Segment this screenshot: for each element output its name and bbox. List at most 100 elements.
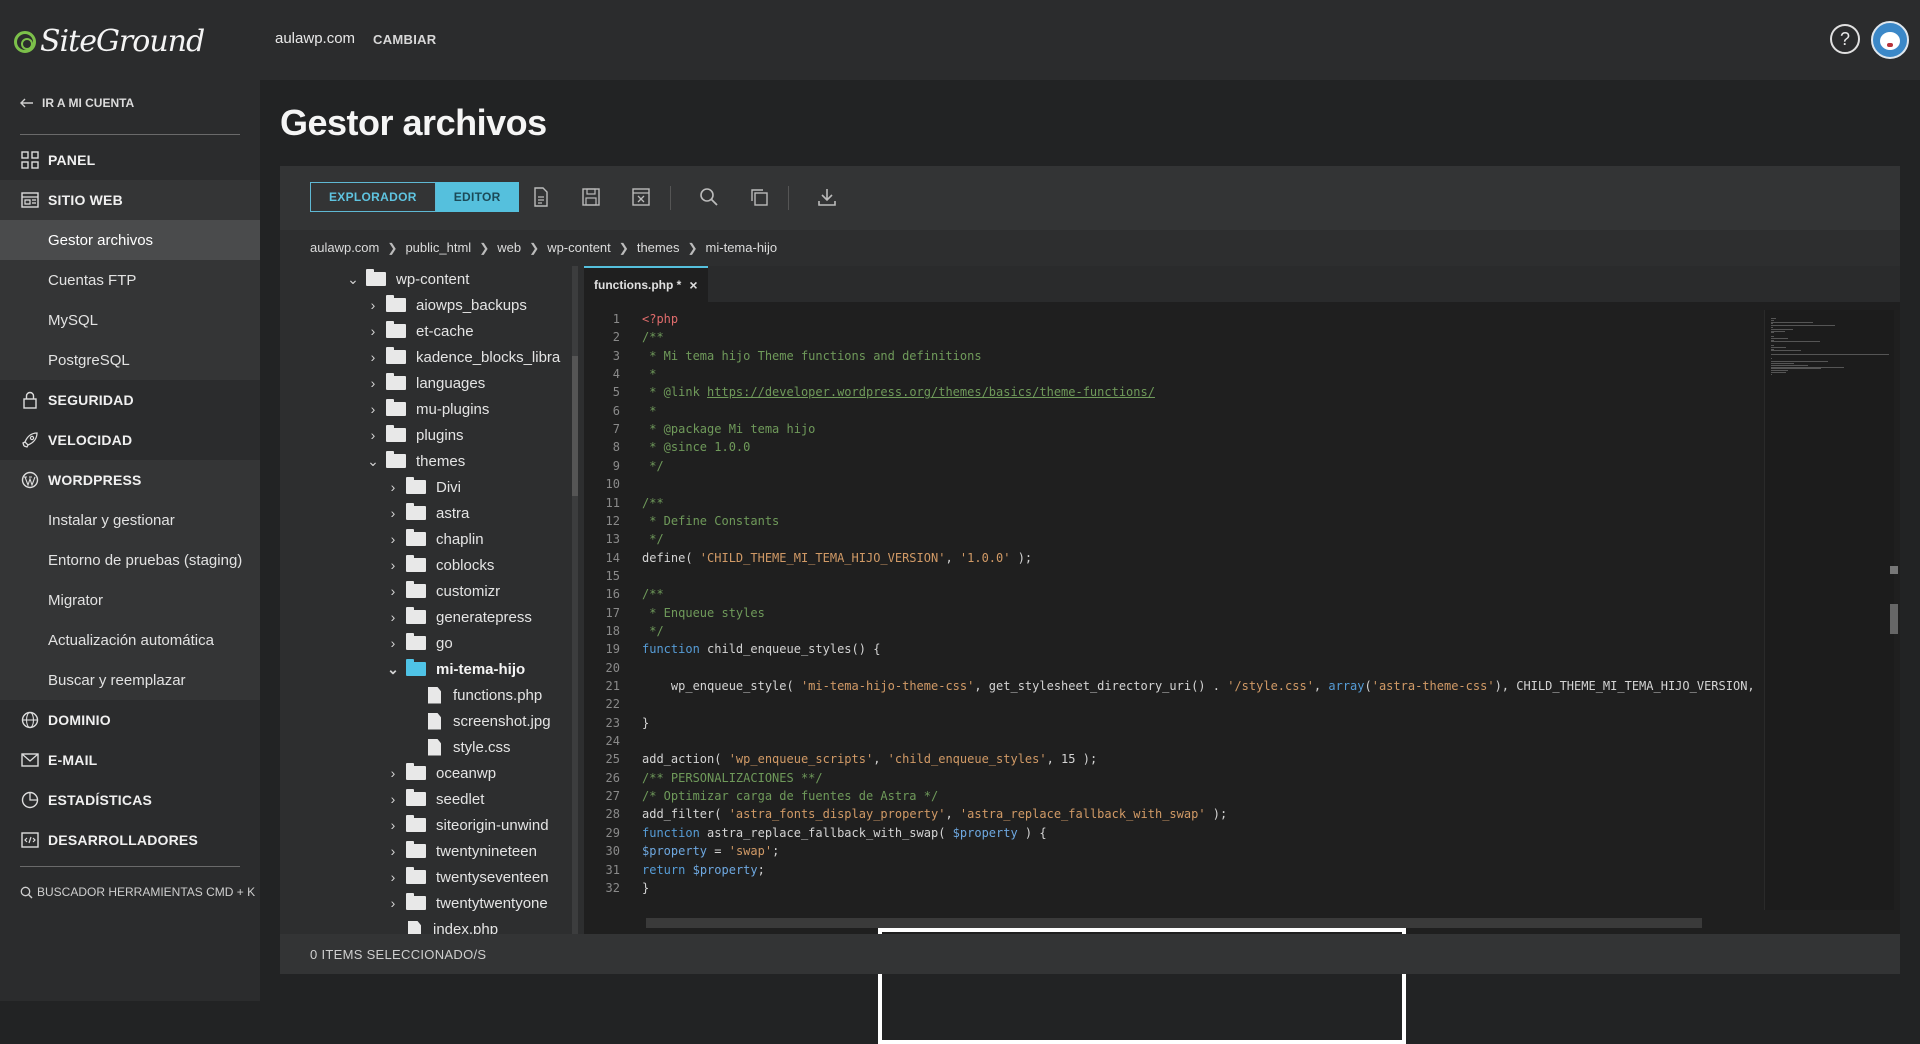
tool-search-link[interactable]: BUSCADOR HERRAMIENTAS CMD + K xyxy=(20,885,255,899)
editor-tab-button[interactable]: EDITOR xyxy=(435,182,519,212)
editor-tab-label: functions.php * xyxy=(594,278,682,292)
scrollbar-thumb[interactable] xyxy=(572,356,578,496)
siteground-logo[interactable]: SiteGround xyxy=(14,24,205,59)
tree-folder[interactable]: ⌄ mi-tema-hijo xyxy=(386,656,525,682)
chevron-right-icon[interactable]: › xyxy=(386,765,400,781)
sidebar-subitem-autoupdate[interactable]: Actualización automática xyxy=(0,620,260,660)
sidebar-subitem-ftp-accounts[interactable]: Cuentas FTP xyxy=(0,260,260,300)
back-to-account-link[interactable]: IR A MI CUENTA xyxy=(20,96,134,110)
sidebar-item-statistics[interactable]: ESTADÍSTICAS xyxy=(0,780,260,820)
tree-folder[interactable]: › twentynineteen xyxy=(386,838,537,864)
chevron-right-icon[interactable]: › xyxy=(366,323,380,339)
sidebar-item-wordpress[interactable]: WORDPRESS xyxy=(0,460,260,500)
chevron-down-icon[interactable]: ⌄ xyxy=(346,271,360,288)
chevron-right-icon[interactable]: › xyxy=(366,401,380,417)
tree-folder[interactable]: › Divi xyxy=(386,474,461,500)
sidebar-item-speed[interactable]: VELOCIDAD xyxy=(0,420,260,460)
chevron-right-icon[interactable]: › xyxy=(366,375,380,391)
sidebar-item-domain[interactable]: DOMINIO xyxy=(0,700,260,740)
tree-folder[interactable]: › plugins xyxy=(366,422,464,448)
chevron-right-icon[interactable]: › xyxy=(386,583,400,599)
sidebar-subitem-search-replace[interactable]: Buscar y reemplazar xyxy=(0,660,260,700)
chevron-down-icon[interactable]: ⌄ xyxy=(366,453,380,470)
copy-icon[interactable] xyxy=(748,186,770,208)
chevron-right-icon[interactable]: › xyxy=(386,895,400,911)
help-icon[interactable]: ? xyxy=(1830,24,1860,54)
tree-folder[interactable]: › oceanwp xyxy=(386,760,496,786)
chevron-right-icon[interactable]: › xyxy=(386,817,400,833)
sidebar-item-email[interactable]: E-MAIL xyxy=(0,740,260,780)
chevron-right-icon[interactable]: › xyxy=(386,557,400,573)
chevron-right-icon[interactable]: › xyxy=(386,505,400,521)
tree-file[interactable]: functions.php xyxy=(408,682,542,708)
chevron-right-icon[interactable]: › xyxy=(366,427,380,443)
editor-tab-functions-php[interactable]: functions.php * × xyxy=(584,266,708,302)
tree-folder[interactable]: › coblocks xyxy=(386,552,494,578)
vertical-scrollbar-thumb[interactable] xyxy=(1890,604,1898,634)
chevron-right-icon[interactable]: › xyxy=(386,791,400,807)
search-icon[interactable] xyxy=(698,186,720,208)
breadcrumb-item[interactable]: public_html xyxy=(405,240,471,255)
download-icon[interactable] xyxy=(816,186,838,208)
sidebar-subitem-file-manager[interactable]: Gestor archivos xyxy=(0,220,260,260)
chevron-right-icon[interactable]: › xyxy=(366,349,380,365)
tree-folder[interactable]: › customizr xyxy=(386,578,500,604)
chevron-right-icon[interactable]: › xyxy=(386,869,400,885)
sidebar-subitem-mysql[interactable]: MySQL xyxy=(0,300,260,340)
tree-folder[interactable]: › chaplin xyxy=(386,526,484,552)
sidebar-subitem-migrator[interactable]: Migrator xyxy=(0,580,260,620)
sidebar-subitem-staging[interactable]: Entorno de pruebas (staging) xyxy=(0,540,260,580)
breadcrumb-item[interactable]: themes xyxy=(637,240,680,255)
tree-file[interactable]: index.php xyxy=(388,916,498,934)
code-minimap[interactable] xyxy=(1764,310,1894,910)
tree-folder[interactable]: › generatepress xyxy=(386,604,532,630)
tree-file[interactable]: screenshot.jpg xyxy=(408,708,551,734)
tree-folder[interactable]: › mu-plugins xyxy=(366,396,489,422)
sidebar-item-security[interactable]: SEGURIDAD xyxy=(0,380,260,420)
breadcrumb-item[interactable]: web xyxy=(497,240,521,255)
breadcrumb-item[interactable]: mi-tema-hijo xyxy=(706,240,778,255)
code-content[interactable]: 1 <?php 2 /** 3 * Mi tema hijo Theme functio… xyxy=(584,310,1764,910)
chevron-right-icon[interactable]: › xyxy=(366,297,380,313)
code-link[interactable]: https://developer.wordpress.org/themes/b… xyxy=(707,385,1155,399)
chevron-down-icon[interactable]: ⌄ xyxy=(386,661,400,678)
chevron-right-icon[interactable]: › xyxy=(386,479,400,495)
explorer-tab-button[interactable]: EXPLORADOR xyxy=(310,182,436,212)
tree-folder[interactable]: › et-cache xyxy=(366,318,474,344)
chevron-right-icon[interactable]: › xyxy=(386,635,400,651)
new-file-icon[interactable] xyxy=(530,186,552,208)
tree-item-label: aiowps_backups xyxy=(416,296,527,314)
tree-folder[interactable]: › twentytwentyone xyxy=(386,890,548,916)
sidebar-subitem-install-manage[interactable]: Instalar y gestionar xyxy=(0,500,260,540)
sidebar-item-website[interactable]: SITIO WEB xyxy=(0,180,260,220)
tree-folder[interactable]: › astra xyxy=(386,500,469,526)
tree-folder[interactable]: › twentyseventeen xyxy=(386,864,549,890)
breadcrumb-item[interactable]: wp-content xyxy=(547,240,611,255)
save-icon[interactable] xyxy=(580,186,602,208)
tree-folder[interactable]: › siteorigin-unwind xyxy=(386,812,549,838)
chevron-right-icon[interactable]: › xyxy=(386,531,400,547)
tree-folder[interactable]: ⌄ themes xyxy=(366,448,465,474)
close-file-icon[interactable] xyxy=(630,186,652,208)
horizontal-scrollbar[interactable] xyxy=(646,918,1702,928)
breadcrumb-item[interactable]: aulawp.com xyxy=(310,240,379,255)
avatar-nose xyxy=(1887,43,1893,47)
tree-folder[interactable]: › kadence_blocks_libra xyxy=(366,344,560,370)
avatar[interactable] xyxy=(1871,21,1909,59)
tree-folder[interactable]: ⌄ wp-content xyxy=(346,266,469,292)
sidebar-item-panel[interactable]: PANEL xyxy=(0,140,260,180)
close-icon[interactable]: × xyxy=(689,277,697,293)
file-tree-scrollbar[interactable] xyxy=(572,266,578,934)
tree-folder[interactable]: › seedlet xyxy=(386,786,484,812)
tree-folder[interactable]: › aiowps_backups xyxy=(366,292,527,318)
breadcrumb: aulawp.com ❯ public_html ❯ web ❯ wp-content ❯ th… xyxy=(310,240,777,255)
code-token: = xyxy=(707,844,729,859)
change-site-button[interactable]: CAMBIAR xyxy=(373,32,436,47)
chevron-right-icon[interactable]: › xyxy=(386,843,400,859)
chevron-right-icon[interactable]: › xyxy=(386,609,400,625)
tree-file[interactable]: style.css xyxy=(408,734,511,760)
sidebar-item-developers[interactable]: DESARROLLADORES xyxy=(0,820,260,860)
tree-folder[interactable]: › go xyxy=(386,630,453,656)
tree-folder[interactable]: › languages xyxy=(366,370,485,396)
sidebar-subitem-postgresql[interactable]: PostgreSQL xyxy=(0,340,260,380)
